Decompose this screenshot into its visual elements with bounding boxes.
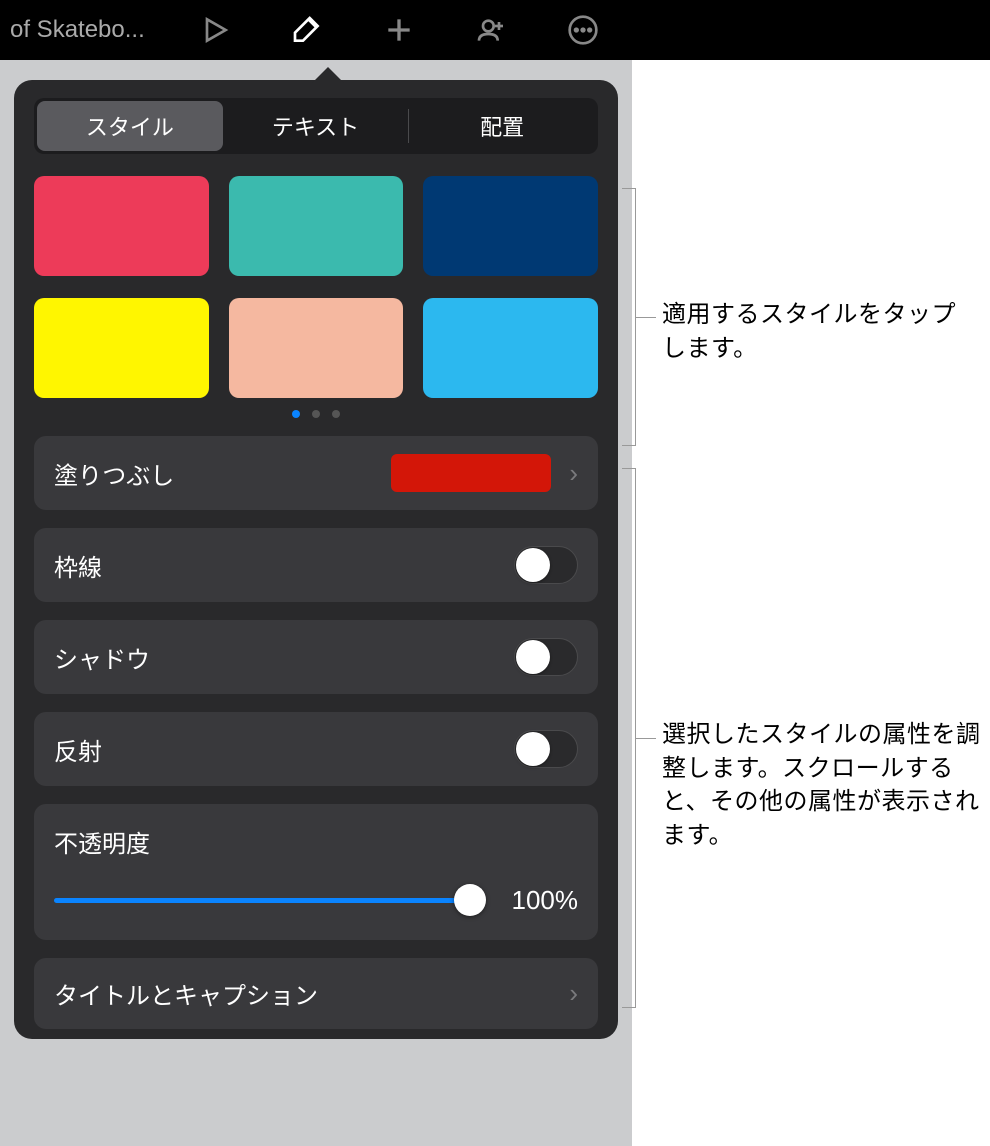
opacity-row: 不透明度 100% <box>34 804 598 940</box>
opacity-value: 100% <box>498 885 578 916</box>
app-toolbar: of Skatebo... <box>0 0 990 60</box>
tab-arrange[interactable]: 配置 <box>409 101 595 151</box>
format-popover: スタイル テキスト 配置 塗りつぶし › <box>14 80 618 1039</box>
border-toggle[interactable] <box>514 546 578 584</box>
format-tabs: スタイル テキスト 配置 <box>34 98 598 154</box>
page-dot-1[interactable] <box>292 410 300 418</box>
style-swatch-peach[interactable] <box>229 298 404 398</box>
title-caption-label: タイトルとキャプション <box>54 976 318 1011</box>
callout-line-2 <box>636 738 656 739</box>
toggle-knob <box>516 732 550 766</box>
popover-background: スタイル テキスト 配置 塗りつぶし › <box>0 60 632 1146</box>
toggle-knob <box>516 640 550 674</box>
toggle-knob <box>516 548 550 582</box>
chevron-right-icon: › <box>569 458 578 489</box>
style-swatch-red-pink[interactable] <box>34 176 209 276</box>
plus-icon[interactable] <box>379 10 419 50</box>
callout-bracket-2 <box>622 468 636 1008</box>
style-swatch-grid <box>34 176 598 398</box>
reflection-row: 反射 <box>34 712 598 786</box>
collaborate-icon[interactable] <box>471 10 511 50</box>
tab-style[interactable]: スタイル <box>37 101 223 151</box>
play-icon[interactable] <box>195 10 235 50</box>
style-swatch-yellow[interactable] <box>34 298 209 398</box>
style-swatch-navy[interactable] <box>423 176 598 276</box>
title-caption-row[interactable]: タイトルとキャプション › <box>34 958 598 1029</box>
brush-icon[interactable] <box>287 10 327 50</box>
document-title: of Skatebo... <box>10 16 145 44</box>
shadow-row: シャドウ <box>34 620 598 694</box>
opacity-label: 不透明度 <box>54 824 578 859</box>
chevron-right-icon: › <box>569 978 578 1009</box>
callout-bracket-1 <box>622 188 636 446</box>
popover-arrow <box>312 67 344 83</box>
opacity-slider[interactable] <box>54 898 470 903</box>
callout-line-1 <box>636 317 656 318</box>
toolbar-buttons <box>195 10 603 50</box>
help-callouts: 適用するスタイルをタップします。 選択したスタイルの属性を調整します。スクロール… <box>632 60 990 1146</box>
style-swatch-sky-blue[interactable] <box>423 298 598 398</box>
shadow-toggle[interactable] <box>514 638 578 676</box>
fill-color-swatch <box>391 454 551 492</box>
page-dot-3[interactable] <box>332 410 340 418</box>
more-icon[interactable] <box>563 10 603 50</box>
border-label: 枠線 <box>54 548 102 583</box>
tab-text[interactable]: テキスト <box>223 101 409 151</box>
swatch-page-indicator <box>34 410 598 418</box>
border-row: 枠線 <box>34 528 598 602</box>
style-swatch-teal[interactable] <box>229 176 404 276</box>
shadow-label: シャドウ <box>54 640 150 675</box>
reflection-label: 反射 <box>54 732 102 767</box>
page-dot-2[interactable] <box>312 410 320 418</box>
callout-text-1: 適用するスタイルをタップします。 <box>662 298 962 365</box>
reflection-toggle[interactable] <box>514 730 578 768</box>
fill-label: 塗りつぶし <box>54 456 174 491</box>
callout-text-2: 選択したスタイルの属性を調整します。スクロールすると、その他の属性が表示されます… <box>662 718 982 852</box>
slider-thumb[interactable] <box>454 884 486 916</box>
fill-row[interactable]: 塗りつぶし › <box>34 436 598 510</box>
